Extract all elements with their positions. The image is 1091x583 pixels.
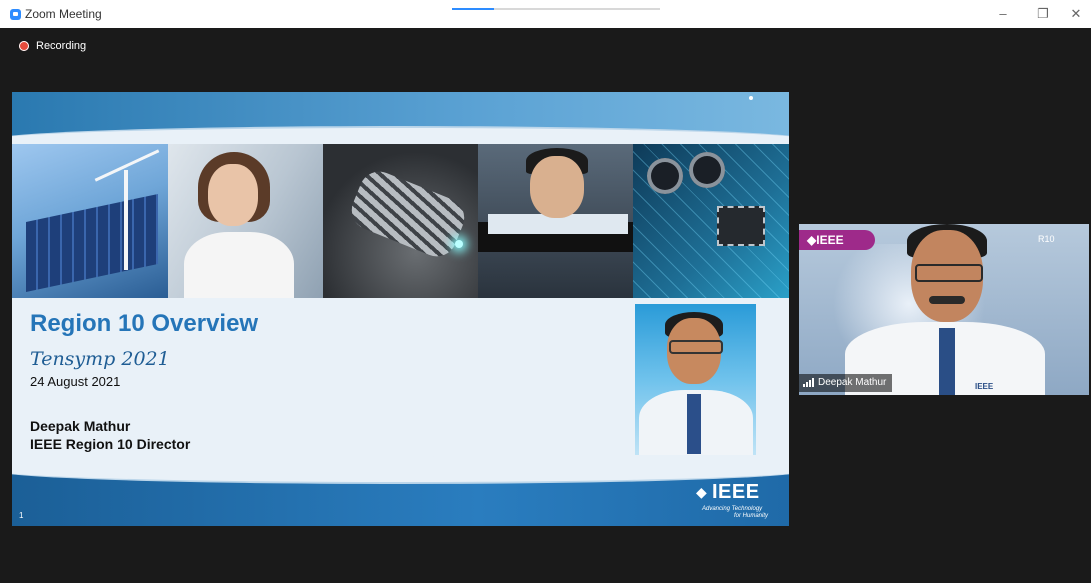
slide-page-number: 1 (19, 511, 24, 520)
restore-button[interactable]: ❐ (1030, 5, 1056, 23)
shared-screen-slide: Region 10 Overview Tensymp 2021 24 Augus… (12, 92, 789, 526)
participant-name-tag: Deepak Mathur (799, 374, 893, 392)
participant-name: Deepak Mathur (818, 377, 887, 388)
minimize-button[interactable]: – (990, 5, 1016, 23)
engineer-photo (478, 144, 633, 298)
close-button[interactable]: ✕ (1063, 5, 1089, 23)
slide-title: Region 10 Overview (30, 310, 259, 337)
slide-photo-strip (12, 144, 789, 298)
shirt-logo: IEEE (975, 382, 994, 391)
record-icon (19, 41, 29, 51)
title-bar: Zoom Meeting – ❐ ✕ (0, 0, 1091, 28)
window-title: Zoom Meeting (25, 7, 102, 21)
zoom-app-icon (10, 9, 21, 20)
slide-event: Tensymp 2021 (30, 348, 170, 370)
scientist-photo (168, 144, 323, 298)
view-indicator-active[interactable] (452, 8, 494, 10)
solar-wind-photo (12, 144, 168, 298)
ieee-logo: ◆ IEEE Advancing Technology for Humanity (696, 481, 776, 521)
ieee-tagline-2: for Humanity (734, 513, 769, 519)
circuit-board-photo (633, 144, 789, 298)
slide-role: IEEE Region 10 Director (30, 436, 191, 452)
video-r10-logo: R10 (1038, 234, 1055, 244)
video-badge-text: IEEE (816, 233, 844, 247)
video-ieee-badge: ◆IEEE (799, 230, 875, 250)
ieee-tagline-1: Advancing Technology (702, 506, 763, 512)
slide-date: 24 August 2021 (30, 374, 121, 389)
slide-bottom-band (12, 456, 789, 526)
signal-strength-icon (803, 377, 815, 387)
ieee-logo-word: IEEE (712, 481, 760, 503)
robot-hand-photo (323, 144, 478, 298)
slide-presenter: Deepak Mathur (30, 418, 131, 434)
view-indicator-track (494, 8, 660, 10)
ieee-diamond-icon: ◆ (696, 484, 707, 500)
slide-corner-dot (749, 96, 753, 100)
participant-video[interactable]: ◆IEEE R10 IEEE Deepak Mathur (799, 224, 1089, 395)
presenter-portrait (635, 304, 756, 455)
recording-label: Recording (36, 40, 87, 52)
slide-top-band (12, 92, 789, 154)
